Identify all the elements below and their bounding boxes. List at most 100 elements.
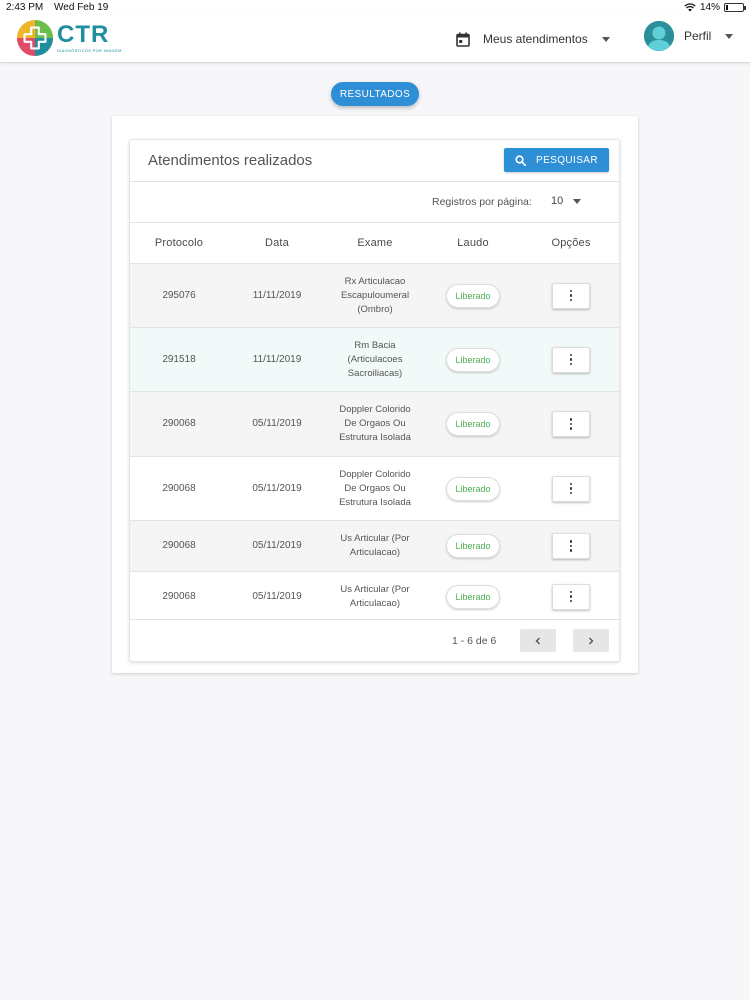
- per-page-value: 10: [551, 195, 564, 207]
- perfil-label: Perfil: [684, 29, 712, 43]
- cell-exame: Rm Bacia (Articulacoes Sacroiliacas): [347, 339, 403, 379]
- cell-exame: Us Articular (Por Articulacao): [340, 583, 410, 609]
- more-vert-icon: [569, 353, 573, 366]
- cell-laudo: Liberado: [424, 572, 522, 621]
- more-vert-icon: [569, 540, 573, 552]
- status-badge[interactable]: Liberado: [446, 476, 500, 501]
- chevron-down-icon: [601, 36, 610, 42]
- options-button[interactable]: [552, 411, 590, 437]
- status-badge[interactable]: Liberado: [446, 584, 500, 609]
- table-row: 290068 05/11/2019 Us Articular (Por Arti…: [130, 571, 619, 621]
- cell-data: 05/11/2019: [252, 482, 302, 494]
- status-badge[interactable]: Liberado: [446, 283, 500, 308]
- more-vert-icon: [569, 289, 573, 302]
- cell-protocolo: 291518: [162, 353, 196, 365]
- options-button[interactable]: [552, 282, 590, 309]
- cell-protocolo: 295076: [162, 289, 196, 301]
- status-time: 2:43 PM: [6, 2, 44, 13]
- cell-exame: Us Articular (Por Articulacao): [340, 533, 410, 558]
- cell-data: 11/11/2019: [252, 353, 302, 365]
- cell-protocolo: 290068: [162, 418, 196, 429]
- header-opcoes: Opções: [551, 237, 591, 249]
- atendimentos-card: Atendimentos realizados PESQUISAR Regist…: [129, 139, 620, 662]
- options-button[interactable]: [552, 346, 590, 373]
- cell-exame: Doppler Colorido De Orgaos Ou Estrutura …: [339, 468, 411, 508]
- battery-icon: [724, 3, 746, 12]
- logo-mark-icon: [16, 19, 54, 57]
- calendar-icon: [456, 32, 470, 47]
- resultados-button[interactable]: RESULTADOS: [331, 82, 419, 106]
- table-row: 290068 05/11/2019 Doppler Colorido De Or…: [130, 391, 619, 456]
- next-page-button[interactable]: [573, 629, 609, 652]
- header-exame[interactable]: Exame: [326, 237, 424, 249]
- pesquisar-label: PESQUISAR: [536, 154, 598, 166]
- table-row: 291518 11/11/2019 Rm Bacia (Articulacoes…: [130, 327, 619, 391]
- header-protocolo[interactable]: Protocolo: [130, 237, 228, 249]
- per-page-bar: Registros por página: 10: [130, 182, 619, 223]
- battery-percent: 14%: [699, 2, 720, 13]
- perfil-menu[interactable]: Perfil: [644, 20, 734, 52]
- cell-opcoes: [522, 521, 620, 571]
- ctr-logo[interactable]: CTR DIAGNÓSTICOS POR IMAGEM: [16, 19, 122, 57]
- per-page-select[interactable]: 10: [551, 195, 582, 207]
- logo-tagline: DIAGNÓSTICOS POR IMAGEM: [57, 48, 122, 53]
- cell-data: 05/11/2019: [252, 590, 302, 602]
- cell-laudo: Liberado: [424, 392, 522, 456]
- header-laudo[interactable]: Laudo: [424, 237, 522, 249]
- pagination-footer: 1 - 6 de 6: [130, 619, 619, 661]
- status-bar: 2:43 PM Wed Feb 19 14%: [0, 0, 750, 15]
- status-left: 2:43 PM Wed Feb 19: [6, 2, 116, 13]
- options-button[interactable]: [552, 583, 590, 610]
- cell-laudo: Liberado: [424, 328, 522, 391]
- app-header: CTR DIAGNÓSTICOS POR IMAGEM Meus atendim…: [0, 15, 750, 63]
- table-row: 295076 11/11/2019 Rx Articulacao Escapul…: [130, 263, 619, 327]
- cell-data: 05/11/2019: [252, 418, 302, 429]
- avatar: [644, 21, 674, 51]
- cell-opcoes: [522, 328, 620, 391]
- cell-protocolo: 290068: [162, 540, 196, 551]
- status-date: Wed Feb 19: [54, 2, 109, 13]
- main-panel: Atendimentos realizados PESQUISAR Regist…: [112, 116, 638, 673]
- table-row: 290068 05/11/2019 Doppler Colorido De Or…: [130, 456, 619, 520]
- search-icon: [515, 154, 527, 166]
- meus-atendimentos-label: Meus atendimentos: [483, 32, 588, 46]
- status-badge[interactable]: Liberado: [446, 347, 500, 372]
- meus-atendimentos-menu[interactable]: Meus atendimentos: [456, 28, 610, 50]
- logo-text: CTR DIAGNÓSTICOS POR IMAGEM: [57, 21, 122, 54]
- status-badge[interactable]: Liberado: [446, 412, 500, 436]
- chevron-left-icon: [535, 637, 540, 644]
- cell-data: 11/11/2019: [252, 289, 302, 301]
- cell-exame: Rx Articulacao Escapuloumeral (Ombro): [340, 275, 410, 315]
- chevron-down-icon: [573, 198, 582, 204]
- cell-laudo: Liberado: [424, 521, 522, 571]
- card-title: Atendimentos realizados: [148, 152, 313, 169]
- chevron-right-icon: [589, 637, 594, 644]
- status-right: 14%: [684, 2, 746, 13]
- table-header: Protocolo Data Exame Laudo Opções: [130, 223, 619, 263]
- cell-protocolo: 290068: [162, 482, 196, 494]
- cell-protocolo: 290068: [162, 590, 196, 602]
- cell-opcoes: [522, 264, 620, 327]
- cell-opcoes: [522, 572, 620, 621]
- pagination-range: 1 - 6 de 6: [452, 635, 497, 647]
- cell-laudo: Liberado: [424, 457, 522, 520]
- wifi-icon: [684, 3, 696, 12]
- logo-brand: CTR: [57, 21, 110, 48]
- cell-opcoes: [522, 457, 620, 520]
- options-button[interactable]: [552, 533, 590, 559]
- header-data[interactable]: Data: [228, 237, 326, 249]
- chevron-down-icon: [725, 33, 734, 39]
- more-vert-icon: [569, 590, 573, 603]
- table-row: 290068 05/11/2019 Us Articular (Por Arti…: [130, 520, 619, 571]
- status-badge[interactable]: Liberado: [446, 534, 500, 558]
- previous-page-button[interactable]: [520, 629, 556, 652]
- more-vert-icon: [569, 418, 573, 430]
- pesquisar-button[interactable]: PESQUISAR: [504, 148, 609, 172]
- cell-data: 05/11/2019: [252, 540, 302, 551]
- options-button[interactable]: [552, 475, 590, 502]
- cell-laudo: Liberado: [424, 264, 522, 327]
- user-avatar-icon: [644, 21, 674, 51]
- per-page-label: Registros por página:: [432, 196, 532, 208]
- cell-exame: Doppler Colorido De Orgaos Ou Estrutura …: [339, 404, 411, 443]
- card-header: Atendimentos realizados PESQUISAR: [130, 140, 619, 182]
